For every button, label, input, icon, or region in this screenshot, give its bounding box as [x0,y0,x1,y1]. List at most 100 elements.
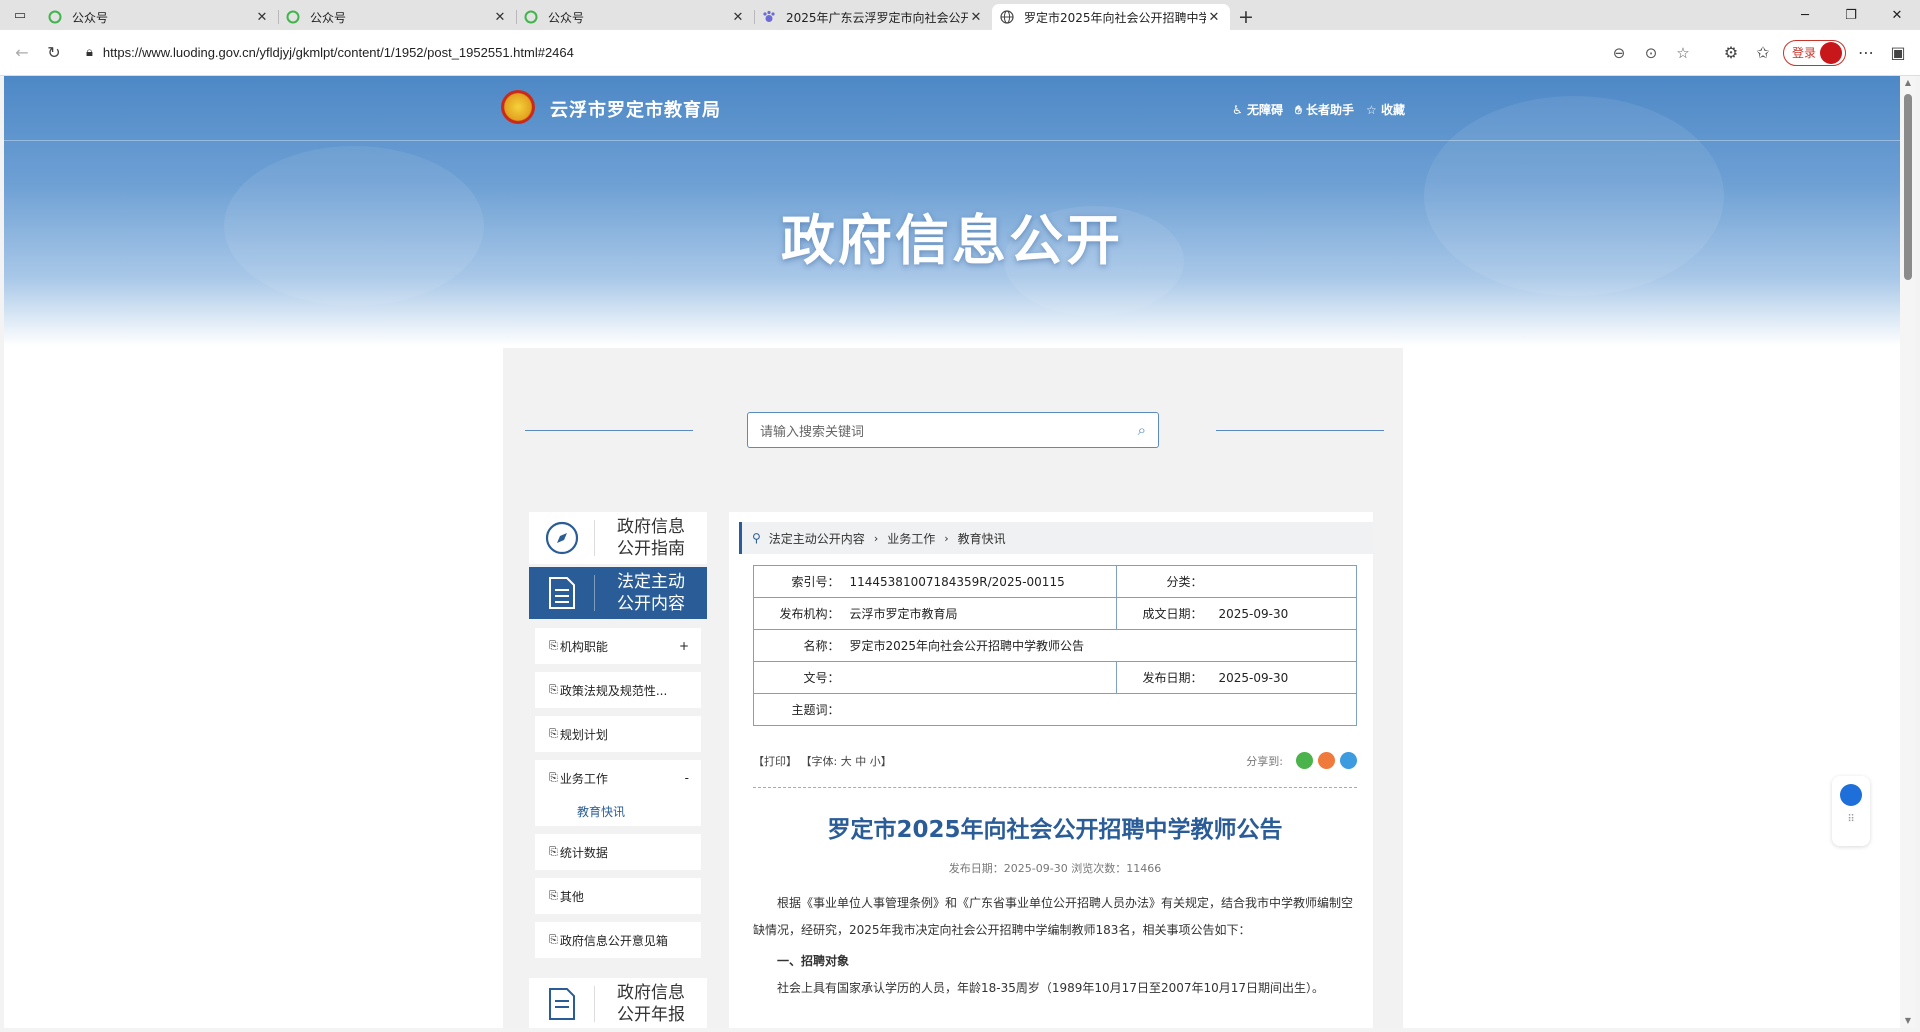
content-area: 请输入搜索关键词 ⌕ 政府信息公开指南 法定主动公开内容 ⎘ 机构职能 + ⎘ … [503,348,1403,1028]
close-window-icon[interactable]: ✕ [1874,0,1920,30]
login-label: 登录 [1791,46,1816,60]
sidebar-item-label: 机构职能 [559,639,608,654]
meta-name-value: 罗定市2025年向社会公开招聘中学教师公告 [843,629,1357,662]
header-divider [4,140,1900,141]
breadcrumb-item[interactable]: 法定主动公开内容 [769,530,865,547]
tab-3[interactable]: 公众号 ✕ [516,4,754,30]
scroll-down-icon[interactable]: ▼ [1900,1014,1916,1028]
bookmark-link[interactable]: ☆ 收藏 [1366,101,1405,118]
tab-1[interactable]: 公众号 ✕ [40,4,278,30]
sidebar-item-functions[interactable]: ⎘ 机构职能 + [535,628,701,664]
close-icon[interactable]: ✕ [254,10,270,25]
sidebar-item-business[interactable]: ⎘ 业务工作 - [535,760,701,796]
site-name[interactable]: 云浮市罗定市教育局 [550,96,721,122]
article-tools: 【打印】 【字体: 大 中 小】 分享到: [753,752,1357,769]
minimize-icon[interactable]: ─ [1782,0,1828,30]
breadcrumb-item[interactable]: 教育快讯 [958,530,1006,547]
scroll-up-icon[interactable]: ▲ [1900,76,1916,90]
meta-subject-value [843,693,1357,726]
wechat-share-icon[interactable] [1296,752,1313,769]
close-icon[interactable]: ✕ [1206,10,1222,25]
sidebar-item-policies[interactable]: ⎘ 政策法规及规范性... [535,672,701,708]
extensions-icon[interactable]: ⚙ [1715,37,1747,69]
refresh-icon[interactable]: ↻ [38,37,70,69]
meta-key: 分类： [1116,565,1207,598]
article-heading: 一、招聘对象 [777,954,850,968]
globe-icon [1000,10,1014,24]
meta-key: 主题词： [753,693,844,726]
meta-key: 发布日期： [1116,661,1207,694]
drag-handle-icon[interactable]: ⠿ [1832,814,1870,825]
favorites-icon[interactable]: ✩ [1747,37,1779,69]
font-medium-link[interactable]: 中 [855,755,866,768]
search-input[interactable]: 请输入搜索关键词 ⌕ [747,412,1159,448]
emblem-logo [501,90,535,124]
link-icon: ⎘ [549,933,558,946]
scrollbar-thumb[interactable] [1904,94,1912,280]
back-icon[interactable]: ← [6,37,38,69]
print-link[interactable]: 【打印】 [753,755,797,768]
url-text[interactable]: https://www.luoding.gov.cn/yfldjyj/gkmlp… [103,45,1603,60]
login-button[interactable]: 登录 [1782,39,1846,66]
sidebar-annual-report[interactable]: 政府信息公开年报 [529,978,707,1028]
browser-toolbar: ← ↻ 🔒︎ https://www.luoding.gov.cn/yfldjy… [0,30,1920,76]
address-bar[interactable]: 🔒︎ https://www.luoding.gov.cn/yfldjyj/gk… [76,36,1709,69]
weibo-share-icon[interactable] [1318,752,1335,769]
scrollbar[interactable]: ▲ ▼ [1900,76,1916,1028]
sidebar-group-business: ⎘ 业务工作 - 教育快讯 [535,760,701,826]
sidebar-subitem-edu-news[interactable]: 教育快讯 [535,796,701,826]
qq-share-icon[interactable] [1340,752,1357,769]
link-icon: ⎘ [549,727,558,740]
restore-icon[interactable]: ❐ [1828,0,1874,30]
meta-category-value [1206,565,1357,598]
banner-title: 政府信息公开 [781,209,1123,272]
reader-icon[interactable]: ⊙ [1635,44,1667,62]
article-title: 罗定市2025年向社会公开招聘中学教师公告 [827,817,1283,843]
sidebar: 政府信息公开指南 法定主动公开内容 ⎘ 机构职能 + ⎘ 政策法规及规范性... [529,512,707,1028]
search-icon[interactable]: ⌕ [1138,421,1146,439]
sidebar-item-plans[interactable]: ⎘ 规划计划 [535,716,701,752]
favorite-star-icon[interactable]: ☆ [1667,44,1699,62]
font-large-link[interactable]: 大 [841,755,852,768]
divider [753,787,1357,788]
sidebar-item-other[interactable]: ⎘ 其他 [535,878,701,914]
report-icon [529,986,595,1022]
tab-actions-icon[interactable]: ▭ [0,0,40,30]
collapse-icon[interactable]: - [685,771,689,785]
sidebar-guide[interactable]: 政府信息公开指南 [529,512,707,564]
lock-icon[interactable]: 🔒︎ [86,45,93,60]
tab-5-active[interactable]: 罗定市2025年向社会公开招聘中学 ✕ [992,4,1230,30]
breadcrumb-item[interactable]: 业务工作 [887,530,935,547]
expand-icon[interactable]: + [679,639,689,653]
close-icon[interactable]: ✕ [492,10,508,25]
window-controls: ─ ❐ ✕ [1782,0,1920,30]
sidebar-item-feedback[interactable]: ⎘ 政府信息公开意见箱 [535,922,701,958]
tab-2[interactable]: 公众号 ✕ [278,4,516,30]
new-tab-icon[interactable]: + [1230,4,1262,30]
tab-4[interactable]: 2025年广东云浮罗定市向社会公开 ✕ [754,4,992,30]
meta-pubdate-value: 2025-09-30 [1206,661,1357,694]
sidebar-content-active[interactable]: 法定主动公开内容 [529,567,707,619]
close-icon[interactable]: ✕ [730,10,746,25]
header-banner: 云浮市罗定市教育局 ♿︎ 无障碍 ✋︎ 长者助手 ☆ 收藏 政府信息公开 [4,76,1900,346]
font-label: 【字体: [800,754,838,768]
font-small-link[interactable]: 小】 [870,755,892,768]
more-icon[interactable]: ⋯ [1850,37,1882,69]
avatar [1820,41,1842,64]
accessibility-link[interactable]: ♿︎ 无障碍 [1232,101,1283,118]
sidebar-item-statistics[interactable]: ⎘ 统计数据 [535,834,701,870]
sidebar-toggle-icon[interactable]: ▣ [1882,37,1914,69]
tab-title: 公众号 [72,10,109,25]
sidebar-annual-label: 政府信息公开年报 [617,983,685,1025]
link-label: 长者助手 [1305,103,1354,117]
link-label: 无障碍 [1246,103,1283,117]
floating-assistant-button[interactable]: ⠿ [1832,776,1870,846]
meta-publisher-value: 云浮市罗定市教育局 [843,597,1117,630]
elder-helper-link[interactable]: ✋︎ 长者助手 [1295,101,1354,118]
location-pin-icon: ⚲ [752,531,761,545]
meta-docno-value [843,661,1117,694]
chevron-right-icon: › [944,531,949,545]
zoom-icon[interactable]: ⊖ [1603,44,1635,62]
close-icon[interactable]: ✕ [968,10,984,25]
sidebar-content-label: 法定主动公开内容 [617,572,685,614]
